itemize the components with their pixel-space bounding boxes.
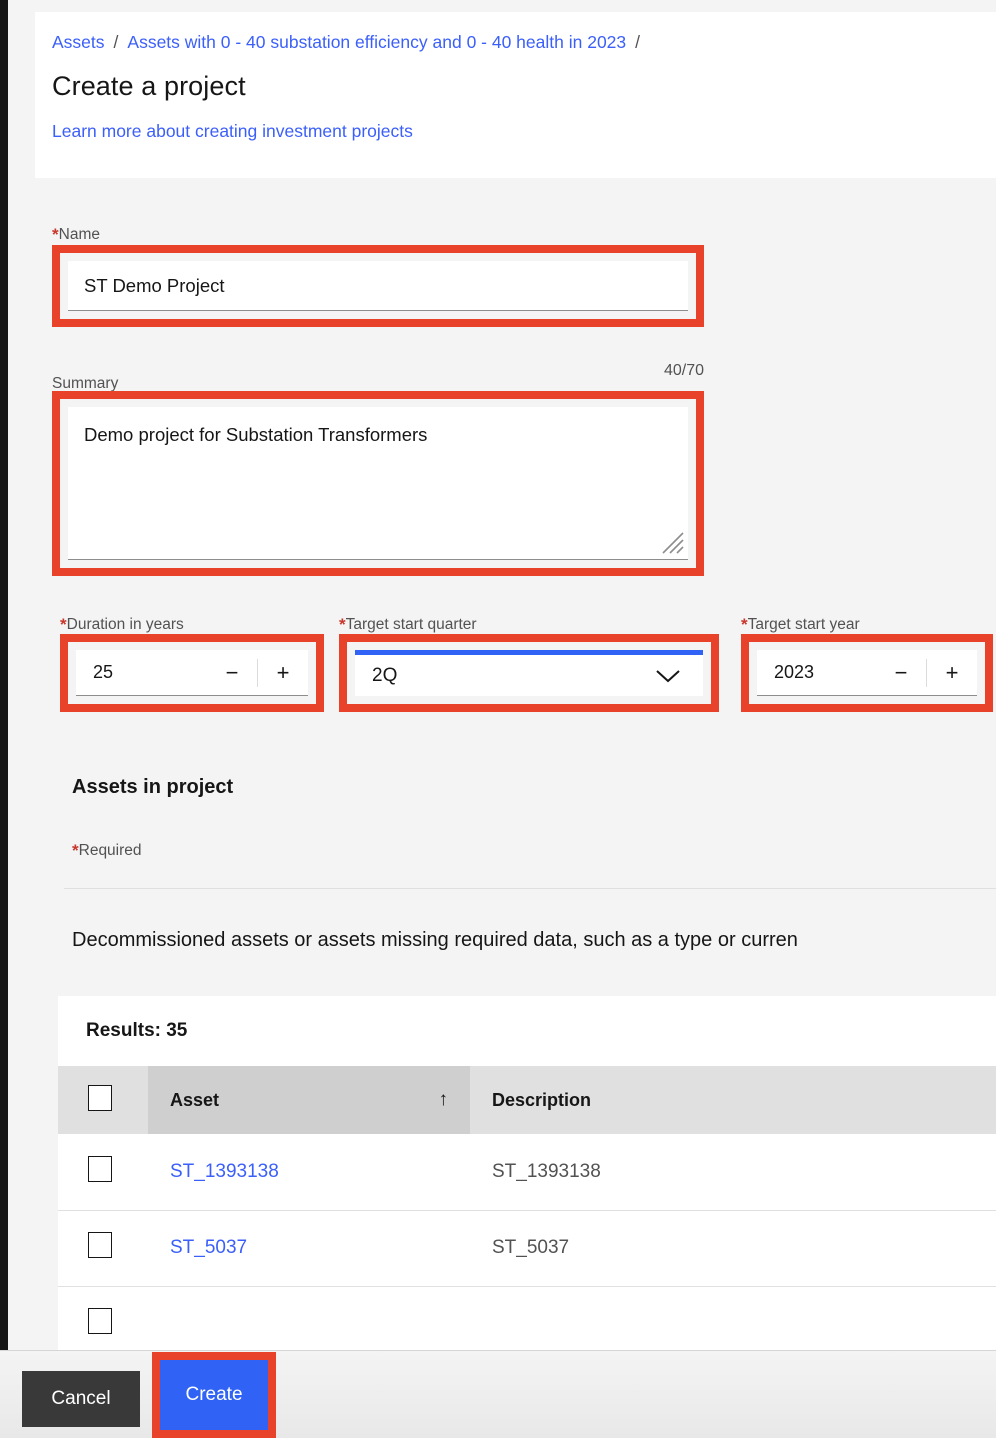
year-field-highlight: 2023 − +	[741, 634, 993, 712]
row-site-cell	[940, 1286, 996, 1350]
duration-field-highlight: 25 − +	[60, 634, 324, 712]
summary-field-highlight	[52, 391, 704, 576]
quarter-label: *Target start quarter	[339, 615, 477, 635]
table-header-row: Asset ↑ Description Site	[58, 1066, 996, 1134]
row-select-cell	[58, 1134, 148, 1211]
section-divider	[64, 888, 996, 889]
asset-link[interactable]: ST_5037	[170, 1237, 247, 1258]
select-all-header	[58, 1066, 148, 1134]
learn-more-link[interactable]: Learn more about creating investment pro…	[52, 119, 413, 143]
breadcrumb-separator-2: /	[635, 32, 641, 52]
assets-table-body: ST_1393138 ST_1393138 EUD ST_5037 ST_503…	[58, 1134, 996, 1350]
column-header-description-label: Description	[492, 1089, 592, 1110]
quarter-required-star: *	[339, 615, 346, 634]
summary-char-counter: 40/70	[663, 362, 704, 379]
row-asset-cell: ST_5037	[148, 1210, 470, 1287]
duration-decrement-button[interactable]: −	[207, 650, 257, 695]
left-rail	[0, 0, 8, 1350]
results-count: Results: 35	[86, 1020, 188, 1041]
duration-label: *Duration in years	[60, 615, 184, 635]
row-select-cell	[58, 1286, 148, 1350]
assets-notice-text: Decommissioned assets or assets missing …	[72, 929, 798, 951]
summary-textarea[interactable]	[68, 407, 688, 560]
select-all-checkbox[interactable]	[88, 1084, 112, 1111]
breadcrumb-item-assets[interactable]: Assets	[52, 32, 105, 52]
column-header-site[interactable]: Site	[940, 1066, 996, 1134]
duration-stepper: 25 − +	[76, 650, 308, 696]
table-row: ST_5037 ST_5037 EUD	[58, 1210, 996, 1287]
year-stepper: 2023 − +	[757, 650, 977, 696]
row-description-cell: ST_5037	[470, 1210, 940, 1287]
page-title: Create a project	[52, 71, 246, 101]
assets-in-project-heading: Assets in project	[72, 776, 234, 798]
row-checkbox[interactable]	[88, 1155, 112, 1182]
page-header-panel: Assets / Assets with 0 - 40 substation eff…	[35, 12, 996, 178]
row-description-cell	[470, 1286, 940, 1350]
column-header-asset[interactable]: Asset ↑	[148, 1066, 470, 1134]
year-increment-button[interactable]: +	[927, 650, 977, 695]
duration-required-star: *	[60, 615, 67, 634]
form-area: *Name Summary 40/70 *Duration in years 2…	[8, 178, 996, 1350]
row-select-cell	[58, 1210, 148, 1287]
duration-label-text: Duration in years	[66, 616, 184, 633]
year-label: *Target start year	[741, 615, 860, 635]
row-asset-cell	[148, 1286, 470, 1350]
year-decrement-button[interactable]: −	[876, 650, 926, 695]
assets-required-text: Required	[78, 842, 142, 859]
sort-ascending-icon: ↑	[438, 1089, 449, 1110]
table-row: ST_1393138 ST_1393138 EUD	[58, 1134, 996, 1211]
assets-required-star: *	[72, 841, 79, 860]
quarter-label-text: Target start quarter	[345, 616, 477, 633]
required-note: *Required	[72, 841, 142, 861]
row-description-cell: ST_1393138	[470, 1134, 940, 1211]
quarter-field-highlight: 2Q	[339, 634, 719, 712]
breadcrumb: Assets / Assets with 0 - 40 substation eff…	[52, 30, 996, 54]
row-checkbox[interactable]	[88, 1232, 112, 1258]
cancel-button[interactable]: Cancel	[22, 1371, 140, 1427]
duration-value[interactable]: 25	[76, 662, 207, 683]
name-label-text: Name	[58, 226, 100, 243]
row-site-cell: EUD	[940, 1210, 996, 1287]
duration-increment-button[interactable]: +	[258, 650, 308, 695]
column-header-description[interactable]: Description	[470, 1066, 940, 1134]
year-required-star: *	[741, 615, 748, 634]
assets-table: Asset ↑ Description Site	[58, 1066, 996, 1350]
action-bar: Cancel	[0, 1350, 996, 1438]
year-label-text: Target start year	[747, 616, 860, 633]
column-header-asset-label: Asset	[170, 1089, 220, 1110]
table-row	[58, 1286, 996, 1350]
year-value[interactable]: 2023	[757, 662, 876, 683]
name-label: *Name	[52, 225, 100, 245]
name-required-star: *	[52, 225, 59, 244]
breadcrumb-item-filtered-assets[interactable]: Assets with 0 - 40 substation efficiency…	[127, 32, 626, 52]
chevron-down-icon	[656, 669, 680, 682]
row-asset-cell: ST_1393138	[148, 1134, 470, 1211]
create-project-page: Assets / Assets with 0 - 40 substation eff…	[0, 0, 996, 1438]
name-field-highlight	[52, 245, 704, 327]
quarter-select[interactable]: 2Q	[355, 650, 703, 696]
asset-link[interactable]: ST_1393138	[170, 1161, 279, 1182]
row-site-cell: EUD	[940, 1134, 996, 1211]
create-button[interactable]: Create	[160, 1360, 268, 1430]
quarter-selected-value: 2Q	[372, 664, 398, 686]
row-checkbox[interactable]	[88, 1308, 112, 1334]
assets-table-card: Results: 35 Asset ↑ Description ST_13931…	[58, 996, 996, 1350]
breadcrumb-separator-1: /	[113, 32, 119, 52]
name-input[interactable]	[68, 261, 688, 311]
